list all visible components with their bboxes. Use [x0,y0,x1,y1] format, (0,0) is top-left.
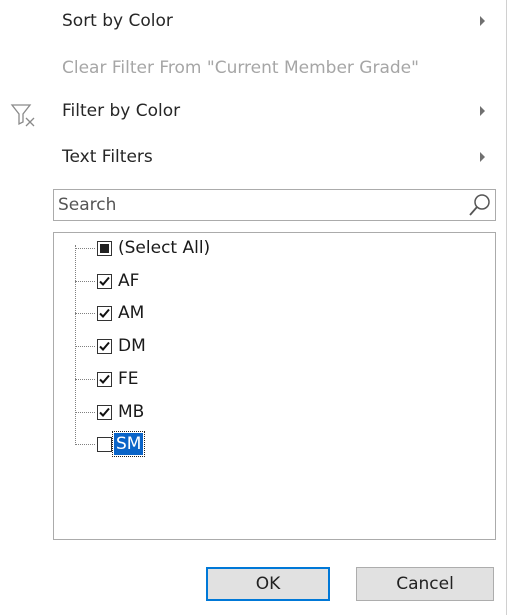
menu-item-clear-filter[interactable]: Clear Filter From "Current Member Grade" [0,47,506,127]
list-item-label: SM [111,431,146,457]
list-item-label: FE [118,369,139,389]
tree-branch [75,345,95,347]
worksheet-edge [506,0,516,615]
tree-branch [75,312,95,314]
search-box [53,189,496,221]
checkbox-mb[interactable] [97,404,112,420]
chevron-right-icon [480,16,485,26]
filter-values-list: (Select All) AF AM DM FE MB SM [53,232,496,540]
list-item-label: AF [118,271,140,291]
checkbox-select-all[interactable] [97,240,112,256]
checkbox-fe[interactable] [97,371,112,387]
checkbox-af[interactable] [97,273,112,289]
list-item-label: AM [118,303,145,323]
list-item-dm[interactable]: DM [75,331,375,361]
list-item-label: (Select All) [118,238,211,258]
text-filters-label: Text Filters [62,147,153,167]
magnifier-icon[interactable] [468,193,492,217]
tree-branch [75,280,95,282]
filter-by-color-label: Filter by Color [62,101,181,121]
menu-item-filter-by-color[interactable]: Filter by Color [0,90,506,132]
tree-branch [75,443,95,445]
autofilter-dropdown: Sort by Color Clear Filter From "Current… [0,0,506,615]
ok-button[interactable]: OK [206,567,330,601]
menu-item-sort-by-color[interactable]: Sort by Color [0,0,506,42]
tree-branch [75,247,95,249]
search-input[interactable] [58,192,458,218]
chevron-right-icon [480,106,485,116]
checkmark-icon [99,374,110,384]
checkbox-sm[interactable] [97,436,112,452]
checkmark-icon [99,276,110,286]
checkmark-icon [99,341,110,351]
list-item-label: MB [118,402,145,422]
list-item-label: DM [118,336,146,356]
checkbox-am[interactable] [97,305,112,321]
list-item-mb[interactable]: MB [75,397,375,427]
sort-by-color-label: Sort by Color [62,11,173,31]
list-item-sm[interactable]: SM [75,429,375,459]
list-item-select-all[interactable]: (Select All) [75,233,375,263]
tree-branch [75,411,95,413]
list-item-am[interactable]: AM [75,298,375,328]
menu-item-text-filters[interactable]: Text Filters [0,136,506,178]
checkmark-icon [99,308,110,318]
clear-filter-label: Clear Filter From "Current Member Grade" [62,58,419,78]
tree-branch [75,378,95,380]
checkmark-icon [99,407,110,417]
list-item-af[interactable]: AF [75,266,375,296]
chevron-right-icon [480,152,485,162]
checkbox-dm[interactable] [97,338,112,354]
cancel-button[interactable]: Cancel [356,567,494,601]
list-item-fe[interactable]: FE [75,364,375,394]
